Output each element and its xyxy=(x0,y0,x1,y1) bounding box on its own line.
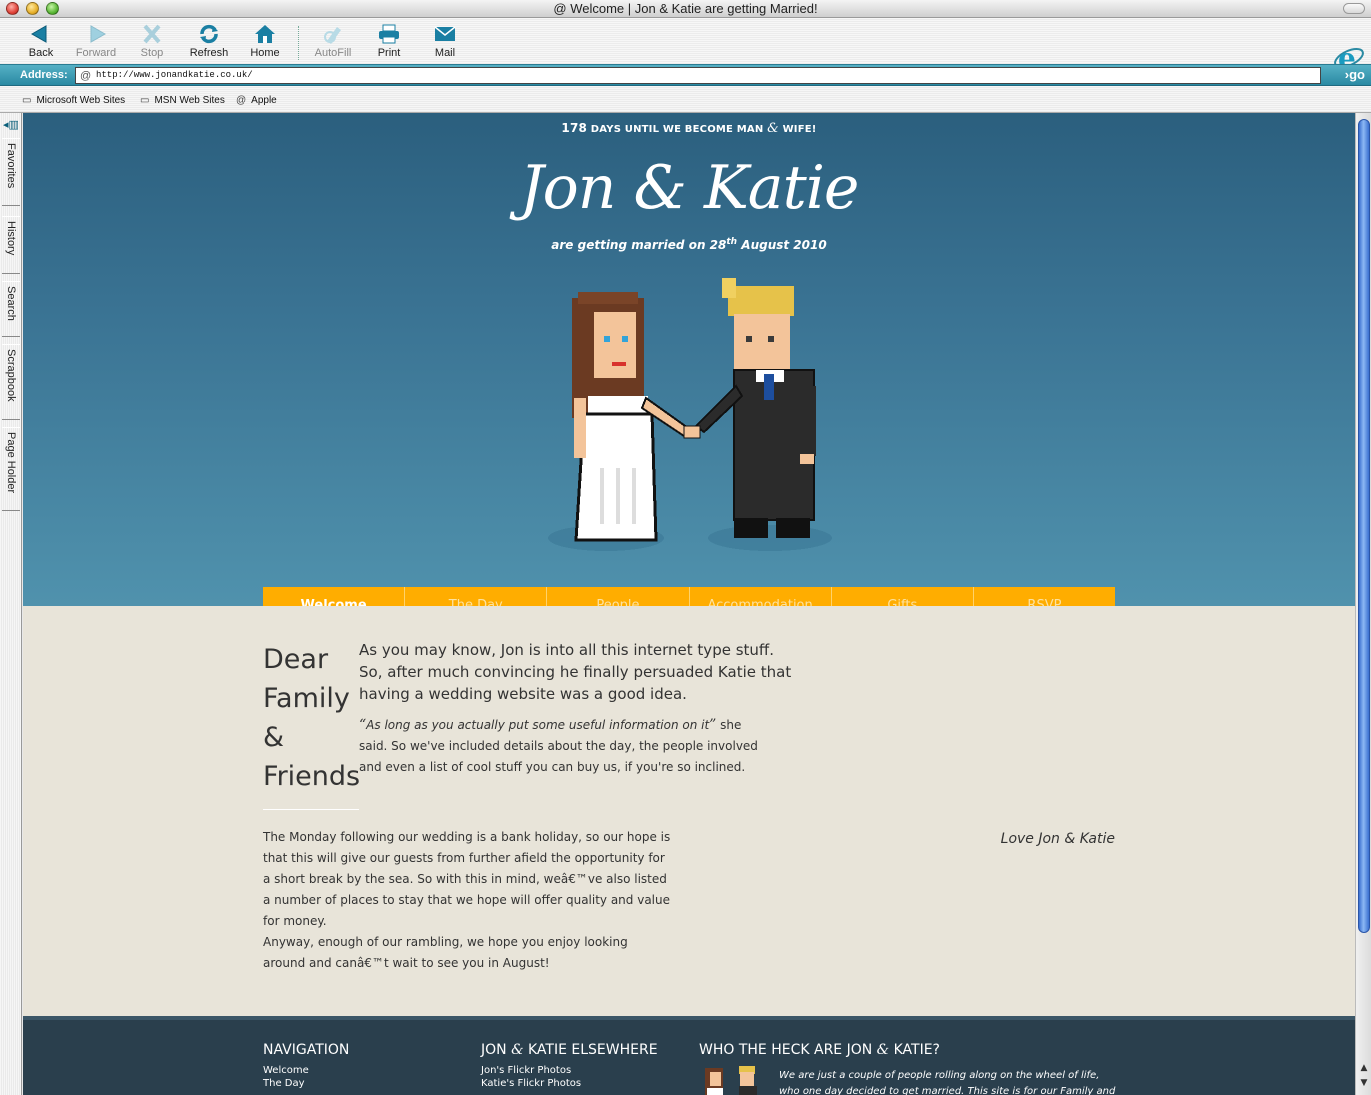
link-apple[interactable]: @ Apple xyxy=(236,95,277,106)
explorer-sidebar: ◂▥ Favorites History Search Scrapbook Pa… xyxy=(0,113,22,1095)
footer-who: WHO THE HECK ARE JON & KATIE? We are jus… xyxy=(699,1042,1115,1095)
welcome-content: Dear Family & Friends As you may know, J… xyxy=(23,606,1355,1016)
footer-elsewhere: JON & KATIE ELSEWHERE Jon's Flickr Photo… xyxy=(481,1042,658,1089)
closing-paragraph: Anyway, enough of our rambling, we hope … xyxy=(263,935,628,970)
sidebar-tab-search[interactable]: Search xyxy=(2,281,20,337)
toolbar-separator xyxy=(298,26,299,60)
window-titlebar: @ Welcome | Jon & Katie are getting Marr… xyxy=(0,0,1371,18)
page-at-icon: @ xyxy=(80,70,92,82)
stop-label: Stop xyxy=(140,47,164,59)
home-icon xyxy=(255,25,275,43)
sidebar-tab-scrapbook[interactable]: Scrapbook xyxy=(2,344,20,420)
page-at-icon: @ xyxy=(553,1,571,16)
refresh-icon xyxy=(200,24,218,44)
footer-nav-heading: NAVIGATION xyxy=(263,1042,350,1058)
sidebar-toggle-icon[interactable]: ◂▥ xyxy=(3,118,19,131)
accommodation-paragraph: The Monday following our wedding is a ba… xyxy=(263,830,671,928)
lead-paragraph: As you may know, Jon is into all this in… xyxy=(359,641,792,703)
page-viewport: 178 DAYS UNTIL WE BECOME MAN & WIFE! Jon… xyxy=(23,113,1355,1095)
greeting-heading: Dear Family & Friends xyxy=(263,644,361,792)
go-button[interactable]: ›go xyxy=(1345,67,1365,82)
greeting-divider xyxy=(263,809,359,810)
folder-icon: ▭ xyxy=(140,95,150,106)
address-label: Address: xyxy=(20,69,68,81)
countdown-text-b: WIFE! xyxy=(782,124,817,135)
favorites-links-bar: ▭ Microsoft Web Sites ▭ MSN Web Sites @ App… xyxy=(0,86,1371,113)
footer-link-katies-flickr[interactable]: Katie's Flickr Photos xyxy=(481,1078,658,1089)
signoff-text: Love Jon & Katie xyxy=(1000,831,1115,847)
sidebar-tab-history[interactable]: History xyxy=(2,216,20,274)
browser-toolbar: Back Forward Stop Refresh Home AutoFill … xyxy=(0,18,1371,74)
footer-link-the-day[interactable]: The Day xyxy=(263,1078,349,1089)
sidebar-tab-page-holder[interactable]: Page Holder xyxy=(2,427,20,511)
countdown-text-a: DAYS UNTIL WE BECOME MAN xyxy=(590,124,764,135)
mail-button[interactable]: Mail xyxy=(417,23,473,59)
couple-pixel-illustration xyxy=(548,278,832,551)
link-msn-web-sites[interactable]: ▭ MSN Web Sites xyxy=(140,95,225,106)
scrollbar-thumb[interactable] xyxy=(1358,119,1370,933)
printer-icon xyxy=(379,24,399,44)
hero-header: 178 DAYS UNTIL WE BECOME MAN & WIFE! Jon… xyxy=(23,113,1355,606)
back-button[interactable]: Back xyxy=(13,23,69,59)
page-footer: NAVIGATION Welcome The Day JON & KATIE E… xyxy=(23,1016,1355,1095)
couple-name-title: Jon & Katie xyxy=(519,153,860,223)
print-label: Print xyxy=(377,47,401,59)
home-label: Home xyxy=(250,47,280,59)
folder-icon: ▭ xyxy=(22,95,32,106)
sidebar-tab-favorites[interactable]: Favorites xyxy=(2,138,20,206)
address-url: http://www.jonandkatie.co.uk/ xyxy=(96,70,253,80)
footer-elsewhere-heading: JON & KATIE ELSEWHERE xyxy=(481,1042,658,1058)
footer-who-text: We are just a couple of people rolling a… xyxy=(779,1070,1116,1095)
refresh-label: Refresh xyxy=(189,47,229,59)
window-title: @ Welcome | Jon & Katie are getting Marr… xyxy=(553,1,818,16)
footer-link-welcome[interactable]: Welcome xyxy=(263,1065,349,1076)
stop-x-icon xyxy=(143,24,161,44)
scroll-up-arrow-icon[interactable]: ▲ xyxy=(1359,1063,1369,1073)
autofill-pen-icon xyxy=(324,27,341,44)
stop-button[interactable]: Stop xyxy=(124,23,180,59)
autofill-button[interactable]: AutoFill xyxy=(305,23,361,59)
footer-link-jons-flickr[interactable]: Jon's Flickr Photos xyxy=(481,1065,658,1076)
address-input[interactable]: @ http://www.jonandkatie.co.uk/ xyxy=(75,67,1321,84)
quote-paragraph: “As long as you actually put some useful… xyxy=(359,717,758,774)
couple-mini-illustration xyxy=(705,1066,757,1095)
page-at-icon: @ xyxy=(236,95,247,106)
print-button[interactable]: Print xyxy=(361,23,417,59)
forward-arrow-icon xyxy=(90,25,107,43)
countdown-days: 178 xyxy=(561,121,588,135)
toolbar-toggle-button[interactable] xyxy=(1343,3,1365,14)
home-button[interactable]: Home xyxy=(237,23,293,59)
back-label: Back xyxy=(28,47,54,59)
vertical-scrollbar[interactable]: ▲ ▼ xyxy=(1355,113,1371,1095)
countdown-banner: 178 DAYS UNTIL WE BECOME MAN & WIFE! xyxy=(23,121,1355,136)
link-microsoft-web-sites[interactable]: ▭ Microsoft Web Sites xyxy=(22,95,125,106)
autofill-label: AutoFill xyxy=(314,47,352,59)
forward-label: Forward xyxy=(75,47,117,59)
forward-button[interactable]: Forward xyxy=(68,23,124,59)
back-arrow-icon xyxy=(30,25,47,43)
mail-label: Mail xyxy=(434,47,456,59)
footer-navigation: NAVIGATION Welcome The Day xyxy=(263,1042,349,1089)
countdown-amp: & xyxy=(767,121,779,136)
mail-envelope-icon xyxy=(434,26,456,41)
scroll-down-arrow-icon[interactable]: ▼ xyxy=(1359,1078,1369,1088)
refresh-button[interactable]: Refresh xyxy=(181,23,237,59)
wedding-date-line: are getting married on 28th August 2010 xyxy=(551,237,827,252)
address-bar: Address: @ http://www.jonandkatie.co.uk/… xyxy=(0,64,1371,86)
footer-who-heading: WHO THE HECK ARE JON & KATIE? xyxy=(699,1042,940,1058)
